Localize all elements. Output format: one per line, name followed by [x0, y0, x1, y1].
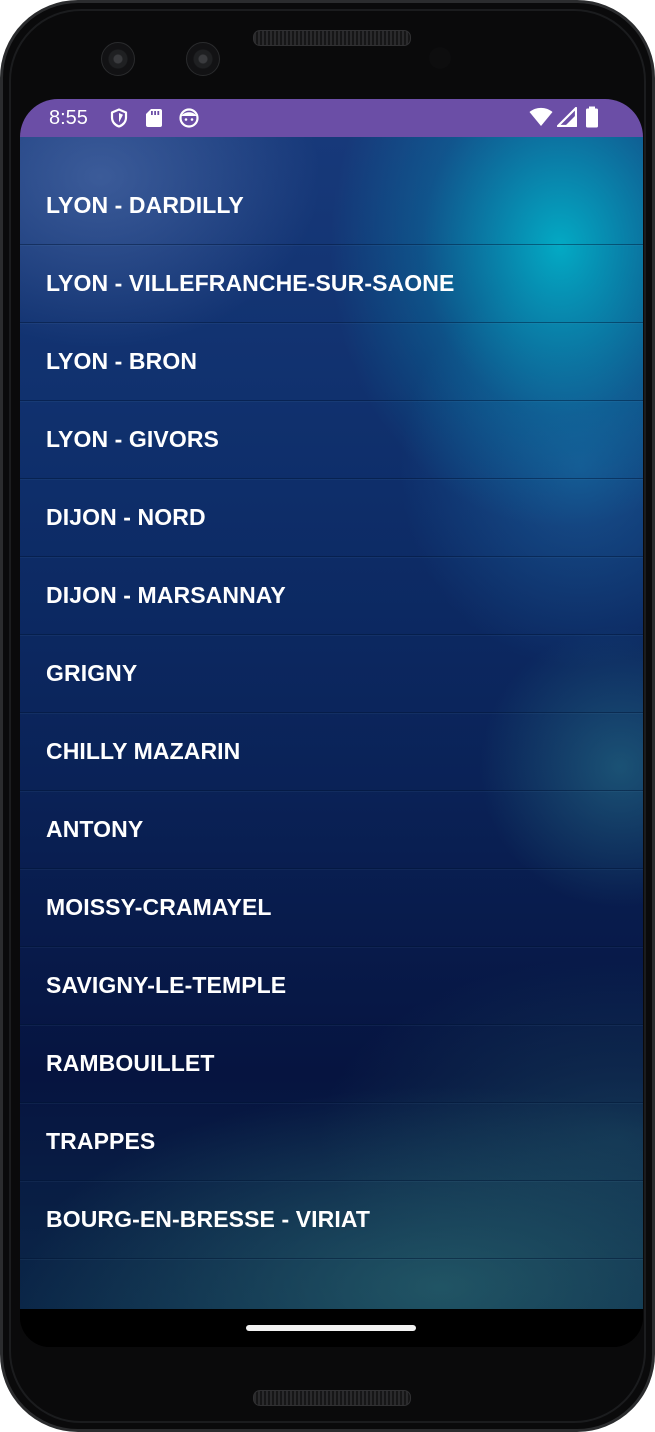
list-item[interactable]: BOURG-EN-BRESSE - VIRIAT — [20, 1181, 643, 1259]
wifi-icon — [529, 107, 553, 132]
front-camera-icon — [186, 42, 220, 76]
list-item[interactable]: RAMBOUILLET — [20, 1025, 643, 1103]
list-item-label: DIJON - MARSANNAY — [46, 582, 286, 608]
list-item-label: RAMBOUILLET — [46, 1050, 215, 1076]
shield-icon — [109, 108, 129, 133]
list-item[interactable]: SAVIGNY-LE-TEMPLE — [20, 947, 643, 1025]
status-time: 8:55 — [49, 107, 88, 129]
list-item[interactable]: GRIGNY — [20, 635, 643, 713]
list-item-label: LYON - GIVORS — [46, 426, 219, 452]
list-item-label: DIJON - NORD — [46, 504, 206, 530]
list-item[interactable]: DIJON - MARSANNAY — [20, 557, 643, 635]
list-item-label: ANTONY — [46, 816, 144, 842]
navigation-bar — [20, 1309, 643, 1347]
status-bar: 8:55 — [20, 99, 643, 137]
list-item-label: LYON - BRON — [46, 348, 198, 374]
list-item[interactable]: LYON - VILLEFRANCHE-SUR-SAONE — [20, 245, 643, 323]
front-camera-icon — [101, 42, 135, 76]
list-item-label: TRAPPES — [46, 1128, 156, 1154]
list-background: LYON - DARDILLY LYON - VILLEFRANCHE-SUR-… — [20, 137, 643, 1309]
battery-icon — [585, 106, 599, 133]
home-indicator[interactable] — [246, 1325, 416, 1331]
bottom-speaker — [253, 1390, 411, 1406]
list-item-label: SAVIGNY-LE-TEMPLE — [46, 972, 287, 998]
list-item-label: LYON - DARDILLY — [46, 192, 244, 218]
list-item[interactable]: LYON - BRON — [20, 323, 643, 401]
list-item[interactable]: CHILLY MAZARIN — [20, 713, 643, 791]
list-item[interactable]: LYON - DARDILLY — [20, 167, 643, 245]
location-list: LYON - DARDILLY LYON - VILLEFRANCHE-SUR-… — [20, 167, 643, 1259]
sd-card-icon — [145, 108, 163, 133]
list-item[interactable]: MOISSY-CRAMAYEL — [20, 869, 643, 947]
face-icon — [178, 108, 200, 133]
proximity-sensor — [429, 47, 451, 69]
cell-signal-icon — [556, 106, 578, 132]
list-item[interactable]: ANTONY — [20, 791, 643, 869]
list-item[interactable]: LYON - GIVORS — [20, 401, 643, 479]
list-item-label: GRIGNY — [46, 660, 138, 686]
list-item[interactable]: DIJON - NORD — [20, 479, 643, 557]
list-item-label: MOISSY-CRAMAYEL — [46, 894, 272, 920]
list-item-label: LYON - VILLEFRANCHE-SUR-SAONE — [46, 270, 455, 296]
list-item-label: BOURG-EN-BRESSE - VIRIAT — [46, 1206, 370, 1232]
earpiece-speaker — [253, 30, 411, 46]
phone-frame: 8:55 LYON - DARDILLY LYON - VILLEFRANCHE… — [0, 0, 655, 1432]
list-item-label: CHILLY MAZARIN — [46, 738, 241, 764]
screen: 8:55 LYON - DARDILLY LYON - VILLEFRANCHE… — [20, 99, 643, 1347]
list-item[interactable]: TRAPPES — [20, 1103, 643, 1181]
